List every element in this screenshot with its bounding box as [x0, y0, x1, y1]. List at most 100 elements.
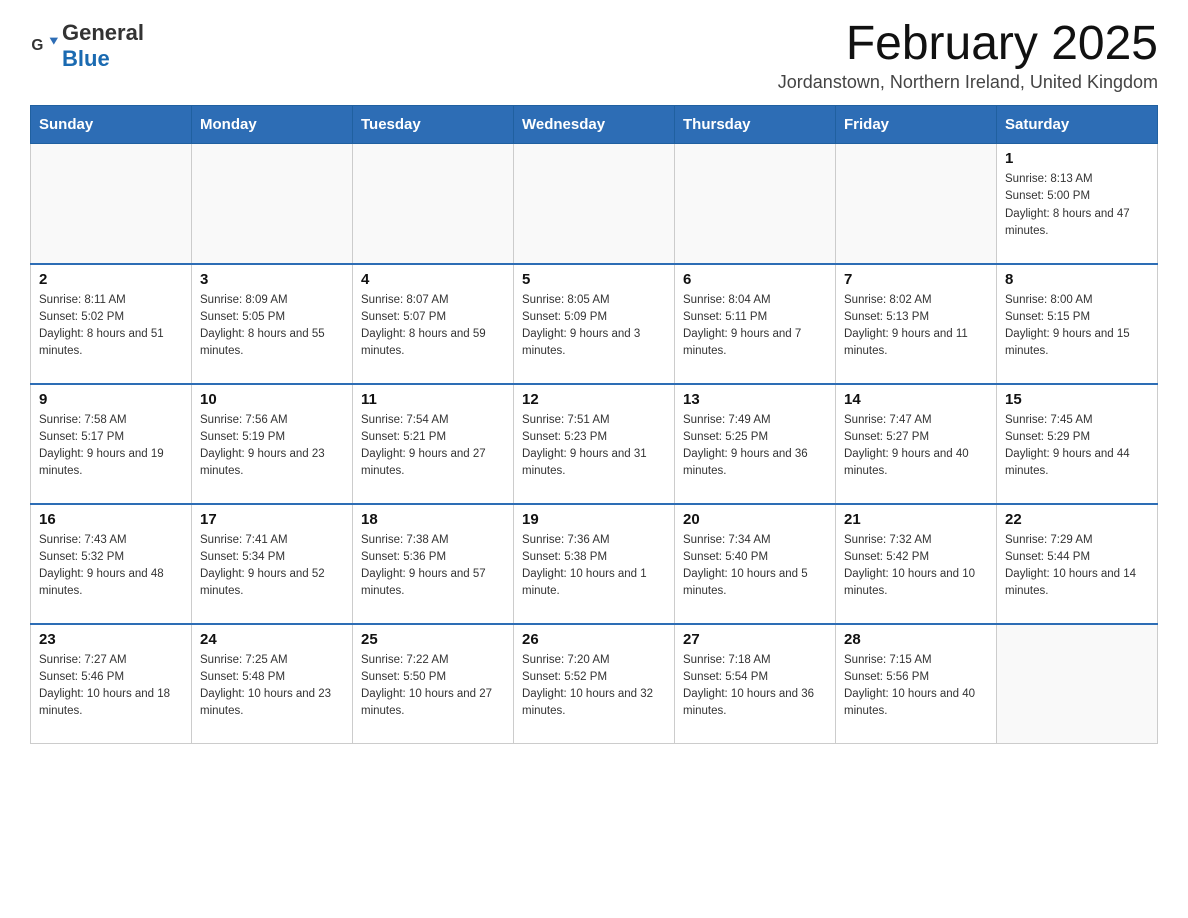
calendar-cell: 24 Sunrise: 7:25 AM Sunset: 5:48 PM Dayli… [192, 624, 353, 744]
day-info: Sunrise: 8:04 AM Sunset: 5:11 PM Dayligh… [683, 292, 827, 361]
calendar-cell [31, 144, 192, 264]
day-info: Sunrise: 7:32 AM Sunset: 5:42 PM Dayligh… [844, 532, 988, 601]
day-number: 17 [200, 511, 344, 528]
day-number: 24 [200, 631, 344, 648]
day-info: Sunrise: 7:41 AM Sunset: 5:34 PM Dayligh… [200, 532, 344, 601]
day-number: 1 [1005, 150, 1149, 167]
calendar-cell [353, 144, 514, 264]
day-info: Sunrise: 7:38 AM Sunset: 5:36 PM Dayligh… [361, 532, 505, 601]
calendar-cell [192, 144, 353, 264]
calendar-cell: 15Sunrise: 7:45 AM Sunset: 5:29 PM Dayli… [997, 384, 1158, 504]
day-info: Sunrise: 8:07 AM Sunset: 5:07 PM Dayligh… [361, 292, 505, 361]
calendar-cell: 25Sunrise: 7:22 AM Sunset: 5:50 PM Dayli… [353, 624, 514, 744]
calendar-cell: 13 Sunrise: 7:49 AM Sunset: 5:25 PM Dayli… [675, 384, 836, 504]
calendar-cell: 5Sunrise: 8:05 AM Sunset: 5:09 PM Daylig… [514, 264, 675, 384]
day-number: 27 [683, 631, 827, 648]
day-number: 5 [522, 271, 666, 288]
day-number: 3 [200, 271, 344, 288]
day-info: Sunrise: 7:34 AM Sunset: 5:40 PM Dayligh… [683, 532, 827, 601]
calendar-cell: 26Sunrise: 7:20 AM Sunset: 5:52 PM Dayli… [514, 624, 675, 744]
location-subtitle: Jordanstown, Northern Ireland, United Ki… [778, 72, 1158, 93]
day-number: 8 [1005, 271, 1149, 288]
calendar-cell: 19 Sunrise: 7:36 AM Sunset: 5:38 PM Dayli… [514, 504, 675, 624]
day-info: Sunrise: 7:54 AM Sunset: 5:21 PM Dayligh… [361, 412, 505, 481]
calendar-header-row: SundayMondayTuesdayWednesdayThursdayFrid… [31, 106, 1158, 144]
calendar-week-row: 16 Sunrise: 7:43 AM Sunset: 5:32 PM Dayli… [31, 504, 1158, 624]
day-number: 16 [39, 511, 183, 528]
calendar-cell: 6 Sunrise: 8:04 AM Sunset: 5:11 PM Daylig… [675, 264, 836, 384]
day-number: 6 [683, 271, 827, 288]
calendar-table: SundayMondayTuesdayWednesdayThursdayFrid… [30, 105, 1158, 744]
calendar-cell: 10 Sunrise: 7:56 AM Sunset: 5:19 PM Dayli… [192, 384, 353, 504]
day-info: Sunrise: 7:43 AM Sunset: 5:32 PM Dayligh… [39, 532, 183, 601]
day-info: Sunrise: 7:18 AM Sunset: 5:54 PM Dayligh… [683, 652, 827, 721]
title-section: February 2025 Jordanstown, Northern Irel… [778, 20, 1158, 93]
svg-text:G: G [31, 37, 43, 54]
day-number: 14 [844, 391, 988, 408]
day-info: Sunrise: 7:56 AM Sunset: 5:19 PM Dayligh… [200, 412, 344, 481]
col-header-monday: Monday [192, 106, 353, 144]
day-info: Sunrise: 7:20 AM Sunset: 5:52 PM Dayligh… [522, 652, 666, 721]
day-number: 9 [39, 391, 183, 408]
day-info: Sunrise: 7:22 AM Sunset: 5:50 PM Dayligh… [361, 652, 505, 721]
calendar-cell [675, 144, 836, 264]
day-info: Sunrise: 7:15 AM Sunset: 5:56 PM Dayligh… [844, 652, 988, 721]
calendar-cell: 22 Sunrise: 7:29 AM Sunset: 5:44 PM Dayli… [997, 504, 1158, 624]
day-number: 21 [844, 511, 988, 528]
day-number: 28 [844, 631, 988, 648]
col-header-thursday: Thursday [675, 106, 836, 144]
calendar-cell [836, 144, 997, 264]
calendar-cell: 27 Sunrise: 7:18 AM Sunset: 5:54 PM Dayli… [675, 624, 836, 744]
day-info: Sunrise: 7:27 AM Sunset: 5:46 PM Dayligh… [39, 652, 183, 721]
day-number: 11 [361, 391, 505, 408]
calendar-cell: 2 Sunrise: 8:11 AM Sunset: 5:02 PM Daylig… [31, 264, 192, 384]
calendar-week-row: 1 Sunrise: 8:13 AM Sunset: 5:00 PM Daylig… [31, 144, 1158, 264]
day-number: 10 [200, 391, 344, 408]
logo-blue: Blue [62, 46, 110, 71]
day-number: 22 [1005, 511, 1149, 528]
day-number: 2 [39, 271, 183, 288]
calendar-cell [997, 624, 1158, 744]
col-header-tuesday: Tuesday [353, 106, 514, 144]
calendar-cell: 7Sunrise: 8:02 AM Sunset: 5:13 PM Daylig… [836, 264, 997, 384]
month-title: February 2025 [778, 20, 1158, 68]
day-number: 12 [522, 391, 666, 408]
calendar-cell: 20 Sunrise: 7:34 AM Sunset: 5:40 PM Dayli… [675, 504, 836, 624]
col-header-wednesday: Wednesday [514, 106, 675, 144]
page-header: G General Blue February 2025 Jordanstown… [30, 20, 1158, 93]
calendar-week-row: 23 Sunrise: 7:27 AM Sunset: 5:46 PM Dayli… [31, 624, 1158, 744]
calendar-cell: 18 Sunrise: 7:38 AM Sunset: 5:36 PM Dayli… [353, 504, 514, 624]
logo-icon: G [30, 32, 58, 60]
calendar-cell: 8Sunrise: 8:00 AM Sunset: 5:15 PM Daylig… [997, 264, 1158, 384]
day-number: 13 [683, 391, 827, 408]
day-info: Sunrise: 8:09 AM Sunset: 5:05 PM Dayligh… [200, 292, 344, 361]
calendar-cell: 28 Sunrise: 7:15 AM Sunset: 5:56 PM Dayli… [836, 624, 997, 744]
col-header-saturday: Saturday [997, 106, 1158, 144]
day-info: Sunrise: 7:51 AM Sunset: 5:23 PM Dayligh… [522, 412, 666, 481]
day-info: Sunrise: 7:25 AM Sunset: 5:48 PM Dayligh… [200, 652, 344, 721]
calendar-cell: 23 Sunrise: 7:27 AM Sunset: 5:46 PM Dayli… [31, 624, 192, 744]
day-info: Sunrise: 7:49 AM Sunset: 5:25 PM Dayligh… [683, 412, 827, 481]
day-info: Sunrise: 8:11 AM Sunset: 5:02 PM Dayligh… [39, 292, 183, 361]
calendar-cell: 11 Sunrise: 7:54 AM Sunset: 5:21 PM Dayli… [353, 384, 514, 504]
calendar-cell: 16 Sunrise: 7:43 AM Sunset: 5:32 PM Dayli… [31, 504, 192, 624]
calendar-cell: 21 Sunrise: 7:32 AM Sunset: 5:42 PM Dayli… [836, 504, 997, 624]
day-number: 20 [683, 511, 827, 528]
day-number: 15 [1005, 391, 1149, 408]
day-info: Sunrise: 7:47 AM Sunset: 5:27 PM Dayligh… [844, 412, 988, 481]
day-number: 18 [361, 511, 505, 528]
calendar-cell: 12 Sunrise: 7:51 AM Sunset: 5:23 PM Dayli… [514, 384, 675, 504]
day-info: Sunrise: 8:13 AM Sunset: 5:00 PM Dayligh… [1005, 171, 1149, 240]
calendar-cell [514, 144, 675, 264]
col-header-sunday: Sunday [31, 106, 192, 144]
calendar-cell: 9 Sunrise: 7:58 AM Sunset: 5:17 PM Daylig… [31, 384, 192, 504]
day-info: Sunrise: 7:58 AM Sunset: 5:17 PM Dayligh… [39, 412, 183, 481]
day-info: Sunrise: 7:36 AM Sunset: 5:38 PM Dayligh… [522, 532, 666, 601]
calendar-cell: 4Sunrise: 8:07 AM Sunset: 5:07 PM Daylig… [353, 264, 514, 384]
col-header-friday: Friday [836, 106, 997, 144]
calendar-cell: 17 Sunrise: 7:41 AM Sunset: 5:34 PM Dayli… [192, 504, 353, 624]
day-number: 19 [522, 511, 666, 528]
calendar-cell: 1 Sunrise: 8:13 AM Sunset: 5:00 PM Daylig… [997, 144, 1158, 264]
day-info: Sunrise: 7:29 AM Sunset: 5:44 PM Dayligh… [1005, 532, 1149, 601]
day-number: 23 [39, 631, 183, 648]
